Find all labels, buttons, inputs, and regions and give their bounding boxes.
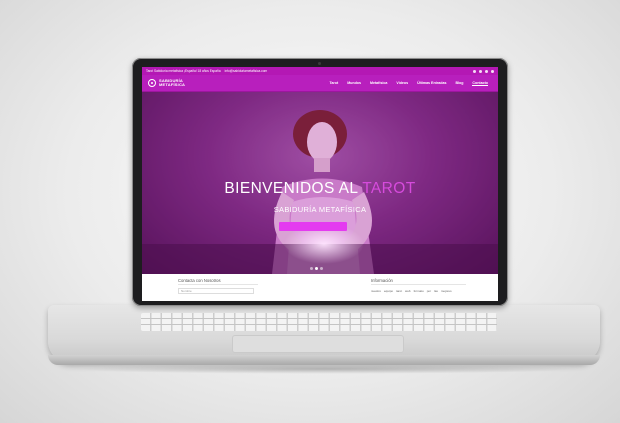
info-title: Información: [371, 278, 393, 283]
laptop-base-front: [48, 355, 600, 365]
instagram-icon[interactable]: [491, 69, 494, 73]
name-input[interactable]: Nombre: [178, 288, 254, 294]
info-bar-email[interactable]: info@sabiduriametafisica.com: [225, 69, 268, 73]
hero-title-accent: TAROT: [362, 180, 416, 197]
slider-dots: [310, 267, 323, 270]
slider-dot-active[interactable]: [315, 267, 318, 270]
tag-link[interactable]: por: [427, 289, 431, 293]
menu: Tarot Mundos Metafísica Videos Últimas E…: [329, 81, 488, 86]
laptop-shadow: [70, 364, 580, 374]
content-section: Contacta con Nosotros Nombre Información…: [142, 274, 498, 301]
tag-link[interactable]: las: [434, 289, 438, 293]
webcam-icon: [318, 62, 321, 65]
hero-title-main: BIENVENIDOS AL: [224, 180, 363, 197]
hero-cta-button[interactable]: [279, 222, 347, 231]
logo-line-2: METAFÍSICA: [159, 82, 186, 87]
hero-slider: BIENVENIDOS AL TAROT SABIDURÍA METAFÍSIC…: [142, 92, 498, 274]
laptop-screen: Tarot Sabiduría metafísica ¡España! 18 a…: [142, 67, 498, 301]
info-bar: Tarot Sabiduría metafísica ¡España! 18 a…: [142, 67, 498, 75]
laptop-keyboard: [141, 313, 497, 331]
menu-item-ultimas-entradas[interactable]: Últimas Entradas: [417, 81, 446, 86]
laptop-trackpad: [232, 335, 404, 353]
tag-cloud: nuestro equipo tarot web formato por las…: [371, 289, 452, 293]
site-logo[interactable]: SABIDURÍA METAFÍSICA: [148, 79, 185, 87]
menu-item-contacto[interactable]: Contacto: [472, 81, 488, 86]
twitter-icon[interactable]: [479, 69, 482, 73]
tag-link[interactable]: equipo: [384, 289, 393, 293]
tag-link[interactable]: mejores: [441, 289, 452, 293]
menu-item-metafisica[interactable]: Metafísica: [370, 81, 387, 86]
tag-link[interactable]: formato: [414, 289, 424, 293]
menu-item-mundos[interactable]: Mundos: [347, 81, 361, 86]
divider: [178, 284, 258, 285]
menu-item-tarot[interactable]: Tarot: [329, 81, 338, 86]
logo-eye-icon: [148, 79, 156, 87]
contact-title: Contacta con Nosotros: [178, 278, 221, 283]
social-links: [473, 69, 494, 73]
tag-link[interactable]: web: [405, 289, 411, 293]
logo-text: SABIDURÍA METAFÍSICA: [159, 79, 185, 87]
hero-title: BIENVENIDOS AL TAROT: [142, 180, 498, 198]
main-navigation: SABIDURÍA METAFÍSICA Tarot Mundos Metafí…: [142, 75, 498, 92]
slider-dot[interactable]: [310, 267, 313, 270]
google-plus-icon[interactable]: [485, 69, 488, 73]
info-bar-text: Tarot Sabiduría metafísica ¡España! 18 a…: [146, 69, 221, 73]
menu-item-blog[interactable]: Blog: [455, 81, 463, 86]
menu-item-videos[interactable]: Videos: [396, 81, 408, 86]
hero-subtitle: SABIDURÍA METAFÍSICA: [273, 205, 367, 214]
divider: [371, 284, 466, 285]
tag-link[interactable]: tarot: [396, 289, 402, 293]
laptop-lid: Tarot Sabiduría metafísica ¡España! 18 a…: [132, 58, 508, 306]
tag-link[interactable]: nuestro: [371, 289, 381, 293]
slider-dot[interactable]: [320, 267, 323, 270]
facebook-icon[interactable]: [473, 69, 476, 73]
